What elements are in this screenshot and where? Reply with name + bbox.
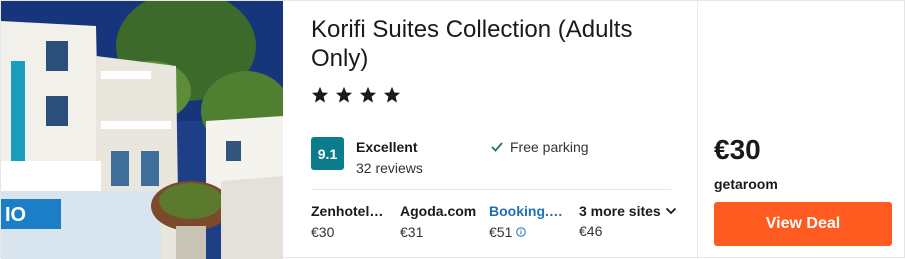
provider-price-value: €30 xyxy=(311,224,335,240)
provider-price-value: €31 xyxy=(400,224,424,240)
provider-name: Zenhotel… xyxy=(311,203,384,219)
checkmark-icon xyxy=(491,142,503,152)
star-icon xyxy=(311,86,329,103)
provider-price: €30 xyxy=(311,224,395,240)
hotel-result-card[interactable]: IO Korifi Suites Collection (Adults Only… xyxy=(0,0,905,259)
star-icon xyxy=(359,86,377,103)
info-icon[interactable] xyxy=(516,227,527,237)
review-count[interactable]: 32 reviews xyxy=(356,160,423,176)
provider-offer[interactable]: Booking.… €51 xyxy=(489,203,573,240)
star-icon xyxy=(383,86,401,103)
provider-offer[interactable]: Agoda.com €31 xyxy=(400,203,484,240)
deal-price: €30 xyxy=(714,134,761,165)
rating-label[interactable]: Excellent xyxy=(356,139,417,155)
more-sites-price: €46 xyxy=(579,223,603,239)
hotel-info: Korifi Suites Collection (Adults Only) 9… xyxy=(283,1,697,259)
hotel-photo[interactable]: IO xyxy=(1,1,283,259)
provider-name: Agoda.com xyxy=(400,203,477,219)
star-rating xyxy=(311,86,401,104)
amenity-free-parking: Free parking xyxy=(490,139,589,155)
deal-provider: getaroom xyxy=(714,176,778,192)
divider xyxy=(311,189,671,190)
more-sites-button[interactable]: 3 more sites xyxy=(579,203,677,219)
hotel-name[interactable]: Korifi Suites Collection (Adults Only) xyxy=(311,15,681,73)
provider-price: €51 xyxy=(489,224,573,240)
provider-offer[interactable]: Zenhotel… €30 xyxy=(311,203,395,240)
best-deal-panel: €30 getaroom View Deal xyxy=(698,1,905,259)
hotel-photo-image: IO xyxy=(1,1,283,259)
provider-price: €31 xyxy=(400,224,484,240)
chevron-down-icon xyxy=(665,207,676,215)
more-sites-label: 3 more sites xyxy=(579,203,661,219)
amenity-label: Free parking xyxy=(510,139,589,155)
star-icon xyxy=(335,86,353,103)
svg-text:IO: IO xyxy=(5,204,26,226)
provider-price-value: €51 xyxy=(489,224,513,240)
provider-name: Booking.… xyxy=(489,203,563,219)
view-deal-button[interactable]: View Deal xyxy=(714,202,892,246)
rating-score-badge: 9.1 xyxy=(311,137,344,170)
